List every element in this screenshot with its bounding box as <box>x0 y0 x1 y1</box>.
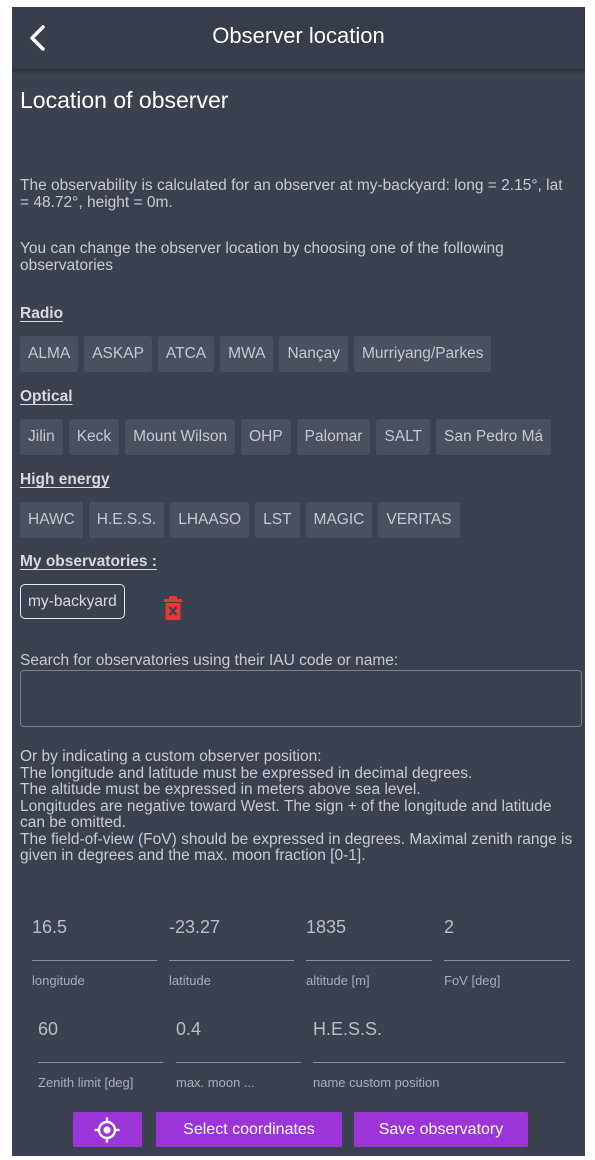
field-underline <box>313 1062 565 1063</box>
field-underline <box>38 1062 163 1063</box>
max-moon-value[interactable]: 0.4 <box>176 1019 201 1040</box>
custom-position-instructions: Or by indicating a custom observer posit… <box>20 748 580 865</box>
fov-label: FoV [deg] <box>444 973 501 988</box>
observatory-chip[interactable]: San Pedro Má <box>436 419 552 455</box>
observatory-search-input[interactable] <box>20 670 582 727</box>
observatory-chip[interactable]: H.E.S.S. <box>88 502 165 538</box>
observatory-chip[interactable]: LST <box>255 502 300 538</box>
altitude-label: altitude [m] <box>306 973 370 988</box>
top-app-bar: Observer location <box>12 7 585 69</box>
select-coordinates-button[interactable]: Select coordinates <box>156 1112 342 1147</box>
latitude-value[interactable]: -23.27 <box>169 917 220 938</box>
app-screen: Observer location Location of observer T… <box>12 7 585 1156</box>
screen-title: Observer location <box>212 23 385 48</box>
section-label-radio: Radio <box>20 305 64 322</box>
instruction-line: The field-of-view (FoV) should be expres… <box>20 830 573 864</box>
my-observatory-chip[interactable]: my-backyard <box>20 584 125 619</box>
section-label-my-observatories: My observatories : <box>20 553 157 570</box>
observatory-chip[interactable]: SALT <box>376 419 431 455</box>
field-underline <box>169 960 294 961</box>
field-underline <box>176 1062 301 1063</box>
altitude-value[interactable]: 1835 <box>306 917 346 938</box>
custom-name-field[interactable]: H.E.S.S. name custom position <box>313 1019 565 1094</box>
locate-me-button[interactable] <box>73 1112 142 1147</box>
save-observatory-button[interactable]: Save observatory <box>354 1112 528 1147</box>
observatory-chip[interactable]: ASKAP <box>84 336 152 372</box>
observatory-chip[interactable]: Murriyang/Parkes <box>354 336 492 372</box>
field-underline <box>306 960 432 961</box>
observatory-chip[interactable]: Keck <box>68 419 120 455</box>
high-energy-observatory-list: HAWC H.E.S.S. LHAASO LST MAGIC VERITAS <box>20 502 466 538</box>
page-title: Location of observer <box>20 87 229 113</box>
observatory-chip[interactable]: Nançay <box>279 336 348 372</box>
trash-icon[interactable] <box>162 595 184 621</box>
optical-observatory-list: Jilin Keck Mount Wilson OHP Palomar SALT San P… <box>20 419 557 455</box>
observatory-chip[interactable]: HAWC <box>20 502 83 538</box>
fov-field[interactable]: 2 FoV [deg] <box>444 917 570 992</box>
observatory-chip[interactable]: Mount Wilson <box>125 419 236 455</box>
crosshair-target-icon <box>94 1117 120 1143</box>
instruction-line: The altitude must be expressed in meters… <box>20 781 421 798</box>
max-moon-field[interactable]: 0.4 max. moon ... <box>176 1019 301 1094</box>
longitude-field[interactable]: 16.5 longitude <box>32 917 157 992</box>
instruction-line: Longitudes are negative toward West. The… <box>20 797 552 831</box>
search-label: Search for observatories using their IAU… <box>20 652 399 669</box>
longitude-value[interactable]: 16.5 <box>32 917 67 938</box>
field-underline <box>444 960 570 961</box>
zenith-limit-label: Zenith limit [deg] <box>38 1075 134 1090</box>
zenith-limit-value[interactable]: 60 <box>38 1019 58 1040</box>
custom-name-label: name custom position <box>313 1075 440 1090</box>
instruction-line: Or by indicating a custom observer posit… <box>20 748 322 765</box>
max-moon-label: max. moon ... <box>176 1075 255 1090</box>
latitude-label: latitude <box>169 973 211 988</box>
change-instruction: You can change the observer location by … <box>20 240 504 274</box>
zenith-limit-field[interactable]: 60 Zenith limit [deg] <box>38 1019 163 1094</box>
custom-name-value[interactable]: H.E.S.S. <box>313 1019 382 1040</box>
section-label-optical: Optical <box>20 388 73 405</box>
section-label-high-energy: High energy <box>20 471 110 488</box>
instruction-line: The longitude and latitude must be expre… <box>20 764 473 782</box>
field-underline <box>32 960 157 961</box>
observatory-chip[interactable]: MAGIC <box>305 502 373 538</box>
observatory-chip[interactable]: ATCA <box>157 336 215 372</box>
altitude-field[interactable]: 1835 altitude [m] <box>306 917 432 992</box>
observatory-chip[interactable]: OHP <box>241 419 291 455</box>
radio-observatory-list: ALMA ASKAP ATCA MWA Nançay Murriyang/Parkes <box>20 336 497 372</box>
observatory-chip[interactable]: Jilin <box>20 419 63 455</box>
latitude-field[interactable]: -23.27 latitude <box>169 917 294 992</box>
observatory-chip[interactable]: VERITAS <box>378 502 460 538</box>
fov-value[interactable]: 2 <box>444 917 454 938</box>
observatory-chip[interactable]: ALMA <box>20 336 79 372</box>
observatory-chip[interactable]: Palomar <box>296 419 371 455</box>
longitude-label: longitude <box>32 973 85 988</box>
observatory-chip[interactable]: MWA <box>220 336 274 372</box>
observatory-chip[interactable]: LHAASO <box>170 502 250 538</box>
observer-summary: The observability is calculated for an o… <box>20 177 563 211</box>
